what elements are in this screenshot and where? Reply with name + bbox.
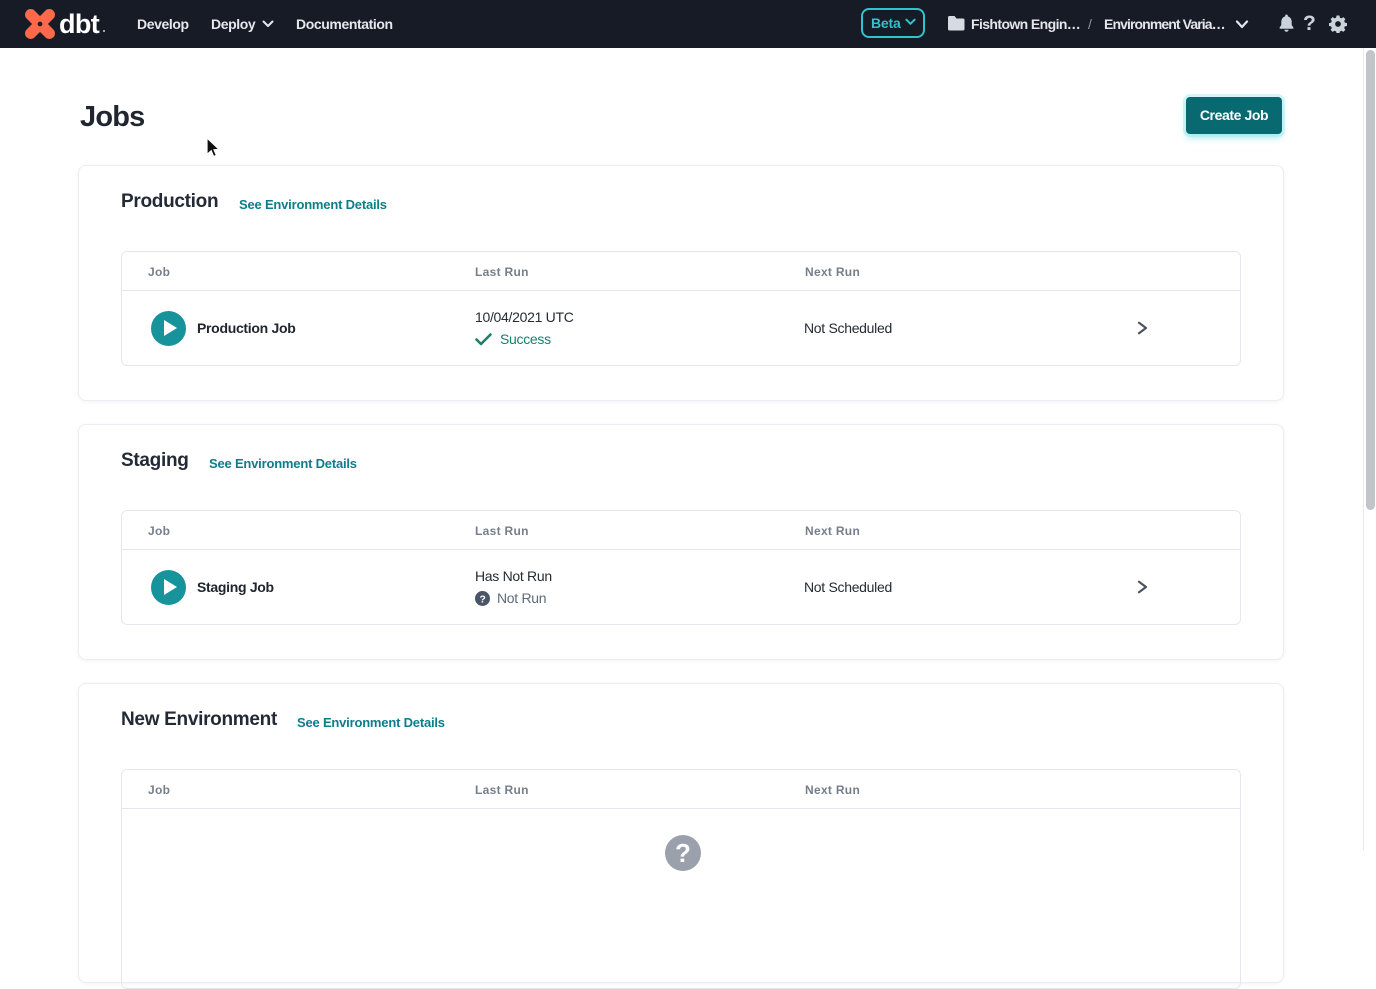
svg-text:?: ?: [479, 594, 485, 605]
svg-text:?: ?: [675, 838, 691, 868]
